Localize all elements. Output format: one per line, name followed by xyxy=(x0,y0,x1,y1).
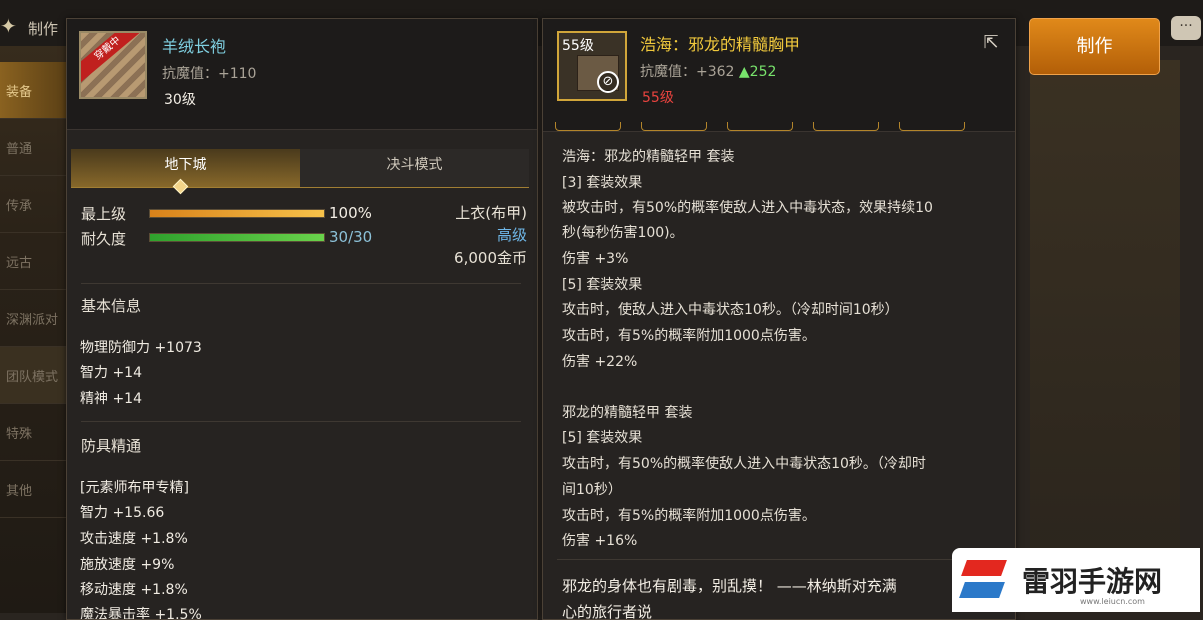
basic-line: 智力 +14 xyxy=(80,365,142,381)
background-right xyxy=(1030,60,1180,610)
robe-icon[interactable]: 穿戴中 xyxy=(79,31,147,99)
item-level-badge: 55级 xyxy=(562,38,594,54)
set-line: 伤害 +16% xyxy=(562,533,638,549)
magic-resist-value: 抗魔值：+362 xyxy=(640,64,735,80)
item-level: 30级 xyxy=(164,92,196,108)
watermark-text: 雷羽手游网 xyxy=(1022,565,1163,598)
star-icon[interactable]: ✦ xyxy=(0,14,17,38)
set-line: 秒(每秒伤害100)。 xyxy=(562,225,684,241)
watermark: 雷羽手游网 xyxy=(952,548,1200,612)
mastery-line: 施放速度 +9% xyxy=(80,557,175,573)
mastery-title: 防具精通 xyxy=(81,437,142,455)
durability-label: 耐久度 xyxy=(81,230,127,248)
set-line: 被攻击时，有50%的概率使敌人进入中毒状态，效果持续10 xyxy=(562,200,933,216)
divider xyxy=(557,559,997,560)
magic-resist-delta: ▲252 xyxy=(738,64,777,80)
magic-resist: 抗魔值：+362 ▲252 xyxy=(640,61,776,81)
sidebar-item-abyss[interactable]: 深渊派对 xyxy=(0,290,68,347)
top-bar-title: 制作 xyxy=(28,20,59,38)
sidebar: 装备 普通 传承 远古 深渊派对 团队模式 特殊 其他 xyxy=(0,62,68,518)
slot-type: 上衣(布甲) xyxy=(455,204,527,222)
set-line: 伤害 +3% xyxy=(562,251,629,267)
mode-tabs: 地下城 决斗模式 xyxy=(71,149,529,188)
make-button[interactable]: 制作 xyxy=(1029,18,1160,75)
chat-icon[interactable]: ··· xyxy=(1171,16,1201,40)
slot-tabs xyxy=(555,122,995,132)
basic-line: 物理防御力 +1073 xyxy=(80,340,202,356)
flavor-text: 心的旅行者说 xyxy=(562,603,653,620)
durability-value: 30/30 xyxy=(329,228,373,246)
slot-tab[interactable] xyxy=(555,122,621,131)
sidebar-item-other[interactable]: 其他 xyxy=(0,461,68,518)
set-line: [5] 套装效果 xyxy=(562,430,643,446)
set-line: [5] 套装效果 xyxy=(562,277,643,293)
flavor-text: 邪龙的身体也有剧毒，别乱摸！ ——林纳斯对充满 xyxy=(562,577,897,595)
set-line: [3] 套装效果 xyxy=(562,175,643,191)
slot-tab[interactable] xyxy=(641,122,707,131)
price: 6,000金币 xyxy=(454,249,527,267)
sidebar-item-legacy[interactable]: 传承 xyxy=(0,176,68,233)
slot-tab[interactable] xyxy=(813,122,879,131)
set-line: 攻击时，有50%的概率使敌人进入中毒状态10秒。（冷却时 xyxy=(562,456,926,472)
mastery-line: [元素师布甲专精] xyxy=(80,480,189,496)
chest-armor-icon[interactable]: 55级 ⊘ xyxy=(557,31,627,101)
set-line: 伤害 +22% xyxy=(562,354,638,370)
item-tooltip-left: 穿戴中 羊绒长袍 抗魔值：+110 30级 地下城 决斗模式 最上级 100% … xyxy=(66,18,538,620)
grade-value: 100% xyxy=(329,204,372,222)
mastery-line: 魔法暴击率 +1.5% xyxy=(80,607,202,620)
sidebar-item-special[interactable]: 特殊 xyxy=(0,404,68,461)
divider xyxy=(81,283,521,284)
item-name: 羊绒长袍 xyxy=(162,37,227,56)
item-header: 55级 ⊘ 浩海：邪龙的精髓胸甲 抗魔值：+362 ▲252 55级 ⇱ xyxy=(543,19,1015,132)
watermark-url: www.leiucn.com xyxy=(1080,597,1145,606)
slot-tab[interactable] xyxy=(899,122,965,131)
slot-tab[interactable] xyxy=(727,122,793,131)
divider xyxy=(81,421,521,422)
sidebar-item-team[interactable]: 团队模式 xyxy=(0,347,68,404)
ban-icon: ⊘ xyxy=(597,71,619,93)
grade-bar xyxy=(149,209,325,218)
item-name: 浩海：邪龙的精髓胸甲 xyxy=(640,35,801,54)
item-level: 55级 xyxy=(642,90,674,106)
set-line: 邪龙的精髓轻甲 套装 xyxy=(562,405,693,421)
set-line: 浩海：邪龙的精髓轻甲 套装 xyxy=(562,149,735,165)
watermark-logo-icon xyxy=(958,556,1014,604)
item-header: 穿戴中 羊绒长袍 抗魔值：+110 30级 xyxy=(67,19,537,130)
durability-bar-fill xyxy=(150,234,324,241)
set-line: 攻击时，有5%的概率附加1000点伤害。 xyxy=(562,328,816,344)
set-line: 攻击时，有5%的概率附加1000点伤害。 xyxy=(562,508,816,524)
tab-duel[interactable]: 决斗模式 xyxy=(300,149,529,187)
item-tooltip-right: 55级 ⊘ 浩海：邪龙的精髓胸甲 抗魔值：+362 ▲252 55级 ⇱ 浩海：… xyxy=(542,18,1016,620)
durability-bar xyxy=(149,233,325,242)
grade-label: 最上级 xyxy=(81,205,127,223)
sidebar-item-ancient[interactable]: 远古 xyxy=(0,233,68,290)
magic-resist: 抗魔值：+110 xyxy=(162,66,257,82)
grade-bar-fill xyxy=(150,210,324,217)
sidebar-item-normal[interactable]: 普通 xyxy=(0,119,68,176)
set-line: 攻击时，使敌人进入中毒状态10秒。（冷却时间10秒） xyxy=(562,302,899,318)
basic-info-title: 基本信息 xyxy=(81,297,142,315)
mastery-line: 智力 +15.66 xyxy=(80,505,165,521)
set-line: 间10秒） xyxy=(562,482,622,498)
tab-dungeon[interactable]: 地下城 xyxy=(71,149,300,187)
mastery-line: 攻击速度 +1.8% xyxy=(80,531,188,547)
basic-line: 精神 +14 xyxy=(80,391,142,407)
rarity: 高级 xyxy=(496,226,527,244)
share-icon[interactable]: ⇱ xyxy=(979,33,1003,53)
mastery-line: 移动速度 +1.8% xyxy=(80,582,188,598)
sidebar-item-equipment[interactable]: 装备 xyxy=(0,62,68,119)
